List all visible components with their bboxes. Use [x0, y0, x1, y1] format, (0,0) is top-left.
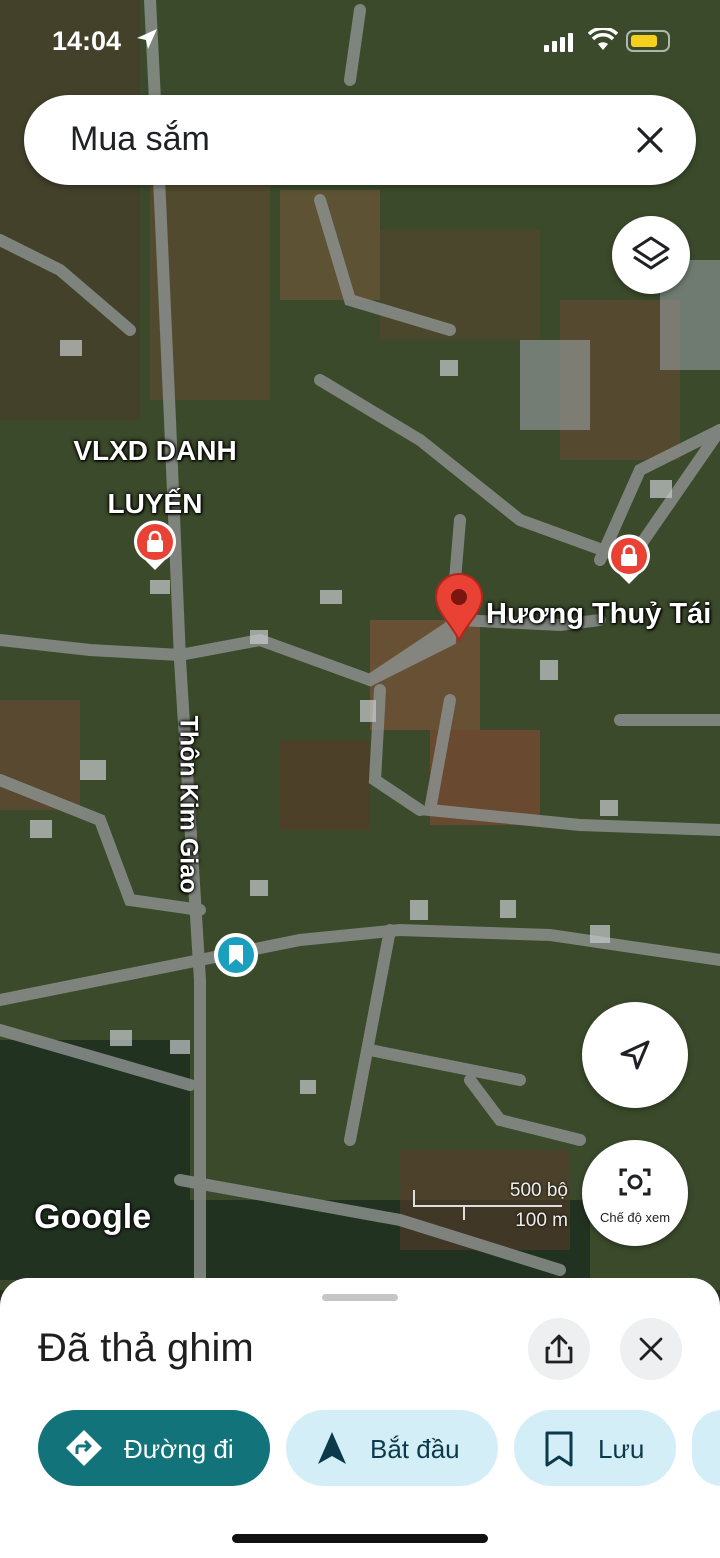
- lens-camera-icon: [619, 1168, 651, 1196]
- place-label-dropped-pin[interactable]: Hương Thuỷ Tái: [486, 598, 711, 631]
- sheet-drag-handle[interactable]: [322, 1294, 398, 1301]
- road-label-thon-kim-giao: Thôn Kim Giao: [174, 715, 203, 894]
- battery-icon: [626, 30, 670, 52]
- layers-button[interactable]: [612, 216, 690, 294]
- place-label-vlxd[interactable]: VLXD DANH LUYẾN: [40, 424, 270, 530]
- scale-imperial: 500 bộ: [509, 1180, 568, 1201]
- search-bar[interactable]: Mua sắm: [24, 95, 696, 185]
- bottom-sheet[interactable]: Đã thả ghim Đường đi Bắt đầu Lưu: [0, 1278, 720, 1558]
- saved-place-marker-icon[interactable]: [213, 932, 259, 978]
- share-icon: [545, 1334, 573, 1364]
- save-button[interactable]: Lưu: [514, 1410, 676, 1486]
- close-sheet-button[interactable]: [620, 1318, 682, 1380]
- start-label: Bắt đầu: [370, 1434, 460, 1464]
- wifi-icon: [588, 28, 618, 50]
- dropped-pin-icon[interactable]: [432, 572, 486, 642]
- home-indicator: [232, 1534, 488, 1543]
- share-button[interactable]: [528, 1318, 590, 1380]
- sheet-title: Đã thả ghim: [38, 1326, 254, 1370]
- save-label: Lưu: [598, 1434, 645, 1464]
- directions-button[interactable]: Đường đi: [38, 1410, 270, 1486]
- close-icon: [639, 1337, 663, 1361]
- search-query[interactable]: Mua sắm: [70, 120, 210, 159]
- layers-icon: [632, 236, 670, 270]
- location-arrow-icon: [137, 29, 157, 49]
- directions-icon: [66, 1430, 102, 1466]
- more-chip[interactable]: [692, 1410, 720, 1486]
- my-location-button[interactable]: [582, 1002, 688, 1108]
- view-mode-button[interactable]: Chế độ xem: [582, 1140, 688, 1246]
- scale-metric: 100 m: [515, 1210, 568, 1231]
- scale-bar: 500 bộ 100 m: [412, 1180, 572, 1236]
- directions-label: Đường đi: [124, 1434, 234, 1464]
- view-mode-label: Chế độ xem: [599, 1210, 671, 1225]
- navigation-arrow-icon: [318, 1432, 346, 1464]
- start-button[interactable]: Bắt đầu: [286, 1410, 498, 1486]
- navigation-arrow-icon: [620, 1040, 650, 1070]
- cellular-signal-icon: [544, 33, 573, 52]
- shopping-bag-icon[interactable]: [132, 520, 178, 572]
- google-attribution: Google: [34, 1198, 152, 1236]
- status-time: 14:04: [52, 26, 122, 56]
- bookmark-icon: [545, 1431, 573, 1467]
- shopping-bag-icon[interactable]: [606, 534, 652, 586]
- status-bar: 14:04: [0, 0, 720, 80]
- clear-search-icon[interactable]: [632, 122, 668, 158]
